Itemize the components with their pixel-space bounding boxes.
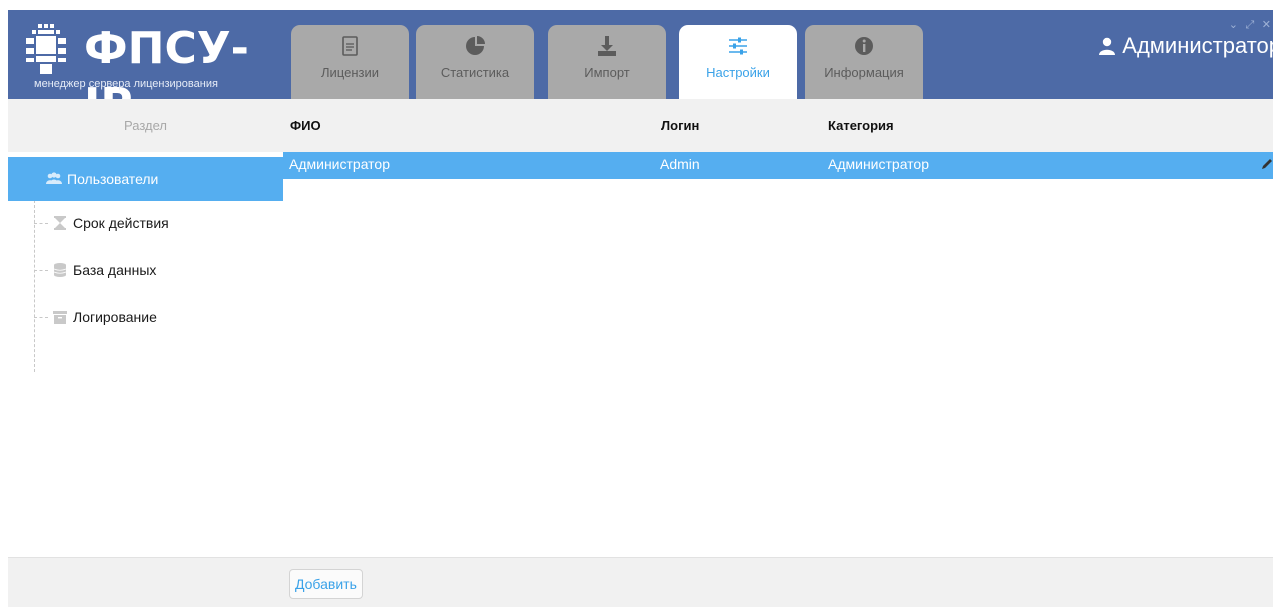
user-name: Администратор bbox=[1122, 33, 1273, 58]
tab-label: Настройки bbox=[706, 65, 770, 80]
hourglass-icon bbox=[54, 216, 66, 230]
column-header-fio[interactable]: ФИО bbox=[290, 99, 321, 152]
table-row[interactable]: Администратор Admin Администратор bbox=[283, 152, 1273, 179]
tree-dash bbox=[34, 316, 48, 318]
footer-bar: Добавить bbox=[8, 557, 1273, 607]
users-table: Администратор Admin Администратор bbox=[283, 152, 1273, 557]
add-button[interactable]: Добавить bbox=[289, 569, 363, 599]
column-header-bar: Раздел ФИО Логин Категория bbox=[8, 99, 1273, 152]
sidebar-item-logging[interactable]: Логирование bbox=[8, 295, 283, 339]
tab-licenses[interactable]: Лицензии bbox=[291, 25, 409, 99]
database-icon bbox=[53, 263, 67, 277]
sidebar-item-users[interactable]: Пользователи bbox=[8, 157, 283, 201]
section-header: Раздел bbox=[124, 118, 167, 133]
tree-dash bbox=[34, 269, 48, 271]
info-icon bbox=[855, 37, 873, 55]
tab-label: Импорт bbox=[584, 65, 630, 80]
column-header-login[interactable]: Логин bbox=[661, 99, 699, 152]
tab-import[interactable]: Импорт bbox=[548, 25, 666, 99]
tree-dash bbox=[34, 222, 48, 224]
sidebar-item-expiration[interactable]: Срок действия bbox=[8, 201, 283, 245]
sliders-icon bbox=[729, 37, 747, 55]
pie-chart-icon bbox=[466, 36, 485, 55]
column-header-category[interactable]: Категория bbox=[828, 99, 894, 152]
sidebar-item-label: Логирование bbox=[73, 309, 157, 325]
cell-login: Admin bbox=[660, 156, 700, 172]
tab-label: Лицензии bbox=[321, 65, 379, 80]
tab-label: Информация bbox=[824, 65, 904, 80]
download-icon bbox=[598, 36, 616, 56]
sidebar-item-label: База данных bbox=[73, 262, 157, 278]
cell-category: Администратор bbox=[828, 156, 930, 172]
users-icon bbox=[46, 172, 62, 184]
sidebar-item-label: Пользователи bbox=[67, 171, 159, 187]
sidebar-item-database[interactable]: База данных bbox=[8, 248, 283, 292]
logo-mark-icon bbox=[26, 24, 66, 74]
cell-fio: Администратор bbox=[289, 156, 391, 172]
app-logo: ФПСУ-IP менеджер сервера лицензирования bbox=[14, 18, 284, 99]
tab-information[interactable]: Информация bbox=[805, 25, 923, 99]
document-icon bbox=[342, 36, 358, 56]
app-header: ФПСУ-IP менеджер сервера лицензирования … bbox=[8, 10, 1273, 99]
logo-subtitle: менеджер сервера лицензирования bbox=[34, 78, 218, 90]
pencil-icon[interactable] bbox=[1261, 158, 1273, 170]
settings-sidebar: Пользователи Срок действия База данных Л… bbox=[8, 152, 283, 557]
user-menu[interactable]: Администратор bbox=[1098, 33, 1273, 59]
user-icon bbox=[1099, 37, 1116, 55]
tab-label: Статистика bbox=[440, 65, 510, 80]
tab-statistics[interactable]: Статистика bbox=[416, 25, 534, 99]
tab-settings[interactable]: Настройки bbox=[679, 25, 797, 99]
sidebar-item-label: Срок действия bbox=[73, 215, 169, 231]
archive-icon bbox=[53, 311, 67, 324]
window-controls[interactable]: ⌄ ⤢ ✕ bbox=[1229, 18, 1273, 32]
